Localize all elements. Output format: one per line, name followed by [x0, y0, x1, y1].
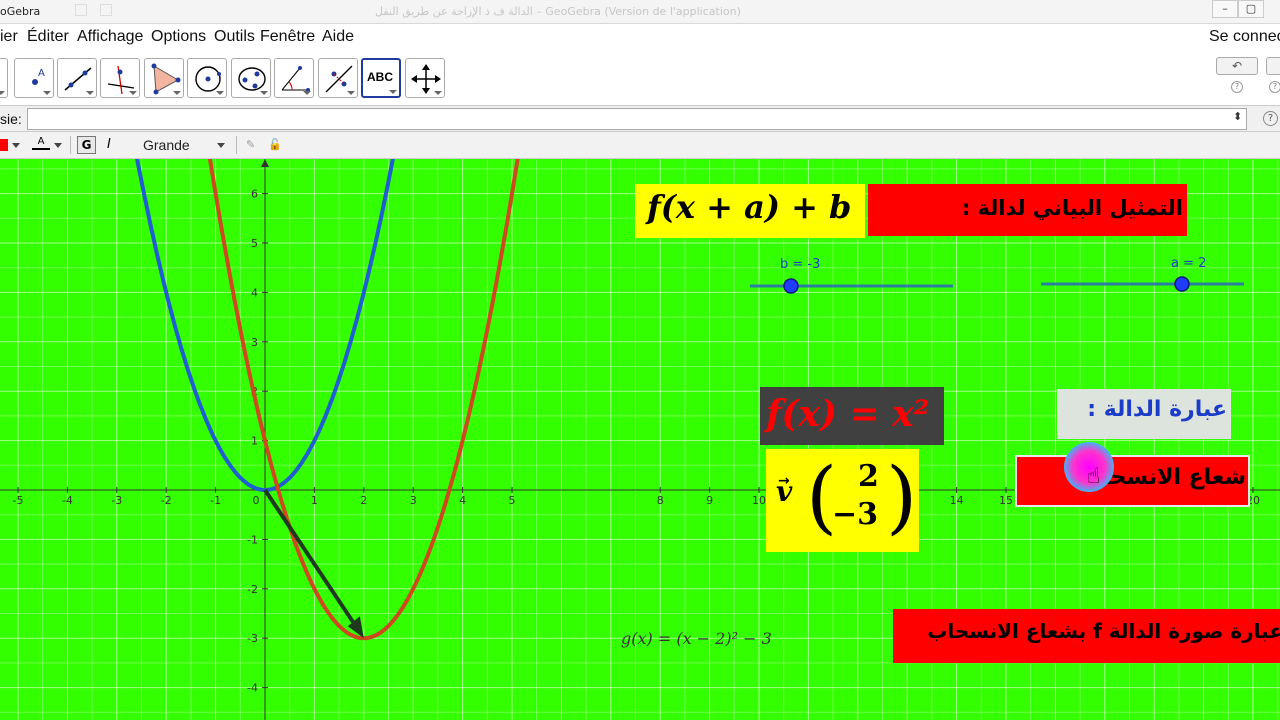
- bold-button[interactable]: G: [77, 136, 96, 154]
- tool-angle[interactable]: [274, 58, 314, 98]
- pin-icon[interactable]: ✎: [246, 138, 255, 151]
- toolbar: A ABC ↶ ? ?: [0, 51, 1280, 105]
- document-title: الدالة ف ذ الإزاحة عن طريق النقل – GeoGe…: [375, 5, 741, 18]
- svg-text:A: A: [38, 68, 45, 79]
- x-tick-label: 9: [706, 494, 713, 507]
- x-tick-label: 3: [410, 494, 417, 507]
- tool-polygon[interactable]: [144, 58, 184, 98]
- vector-line: [263, 488, 358, 628]
- function-formula-box[interactable]: f(x) = x²: [760, 387, 944, 445]
- y-tick-label: 6: [251, 188, 258, 201]
- vector-x: 2: [858, 459, 879, 494]
- tool-perpendicular[interactable]: [100, 58, 140, 98]
- image-function-label[interactable]: عبارة صورة الدالة f بشعاع الانسحاب: [893, 609, 1280, 663]
- x-tick-label: 8: [657, 494, 664, 507]
- right-paren: ): [886, 450, 918, 543]
- chevron-down-icon[interactable]: [54, 143, 62, 148]
- minimize-button[interactable]: –: [1212, 0, 1238, 18]
- menu-file[interactable]: ier: [0, 28, 18, 46]
- text-tool-label: ABC: [367, 70, 393, 84]
- y-tick-label: -4: [247, 682, 258, 695]
- x-tick-label: 2: [360, 494, 367, 507]
- y-tick-label: -3: [247, 632, 258, 645]
- y-tick-label: -2: [247, 583, 258, 596]
- x-tick-label: 0: [253, 494, 260, 507]
- x-tick-label: 15: [999, 494, 1013, 507]
- x-tick-label: -1: [210, 494, 221, 507]
- tool-conic[interactable]: [231, 58, 271, 98]
- tool-text[interactable]: ABC: [361, 58, 401, 98]
- input-bar: sie: ⬍ ?: [0, 105, 1280, 132]
- slider-b-handle[interactable]: [783, 278, 799, 294]
- x-tick-label: -4: [62, 494, 73, 507]
- graphics-view[interactable]: -5 -4 -3 -2 -1 0 1 2 3 4 5 8 9 10 14 15 20 6 5 4 3 2 1 -1 -2 -3 -4…: [0, 159, 1280, 720]
- redo-button[interactable]: [1266, 57, 1280, 75]
- menu-edit[interactable]: Éditer: [27, 28, 69, 46]
- x-tick-label: 10: [752, 494, 766, 507]
- y-tick-label: 4: [251, 286, 258, 299]
- chevron-down-icon[interactable]: [12, 143, 20, 148]
- vector-box[interactable]: → v ( 2 −3 ): [766, 449, 919, 552]
- input-field[interactable]: [27, 108, 1247, 130]
- input-help-icon[interactable]: ?: [1263, 111, 1278, 126]
- vector-symbol: v: [776, 475, 793, 508]
- graph-title-ar[interactable]: التمثيل البياني لدالة :: [868, 184, 1187, 236]
- translation-vector-label[interactable]: شعاع الانسحاب:: [1015, 455, 1250, 507]
- tool-move[interactable]: [0, 58, 8, 98]
- x-tick-label: -5: [13, 494, 24, 507]
- y-tick-label: 5: [251, 237, 258, 250]
- y-tick-label: -1: [247, 533, 258, 546]
- tool-line[interactable]: [57, 58, 97, 98]
- window-titlebar: oGebra الدالة ف ذ الإزاحة عن طريق النقل …: [0, 0, 1280, 24]
- shift-formula-box[interactable]: f(x + a) + b: [635, 184, 865, 238]
- lock-icon[interactable]: 🔓: [268, 138, 282, 151]
- line-color-button[interactable]: A: [32, 136, 50, 152]
- menu-bar: ier Éditer Affichage Options Outils Fenê…: [0, 24, 1280, 51]
- input-label: sie:: [0, 111, 22, 127]
- chevron-down-icon[interactable]: [217, 143, 225, 148]
- tool-reflect[interactable]: [318, 58, 358, 98]
- tool-circle[interactable]: [187, 58, 227, 98]
- menu-tools[interactable]: Outils: [214, 28, 255, 46]
- style-bar: A G I Grande ✎ 🔓: [0, 132, 1280, 159]
- help-icon-2[interactable]: ?: [1269, 81, 1280, 93]
- quick-access-icon-2[interactable]: [100, 4, 112, 16]
- x-tick-label: 5: [509, 494, 516, 507]
- menu-help[interactable]: Aide: [322, 28, 354, 46]
- sign-in-link[interactable]: Se connec: [1209, 28, 1280, 46]
- slider-b-label: b = -3: [780, 257, 821, 272]
- x-tick-label: 1: [311, 494, 318, 507]
- app-name: oGebra: [0, 5, 41, 18]
- function-expression-label[interactable]: عبارة الدالة :: [1057, 389, 1231, 439]
- menu-options[interactable]: Options: [151, 28, 206, 46]
- vector-y: −3: [832, 497, 879, 532]
- y-tick-label: 3: [251, 336, 258, 349]
- help-icon[interactable]: ?: [1231, 81, 1243, 93]
- x-tick-label: 14: [950, 494, 964, 507]
- x-tick-label: -2: [161, 494, 172, 507]
- italic-button[interactable]: I: [107, 137, 111, 152]
- text-color-swatch[interactable]: [0, 139, 8, 151]
- line-style-letter: A: [37, 136, 45, 147]
- tool-move-view[interactable]: [405, 58, 445, 98]
- maximize-button[interactable]: ▢: [1238, 0, 1264, 18]
- text-size-select[interactable]: Grande: [143, 137, 190, 153]
- sliders[interactable]: [750, 276, 1244, 294]
- slider-a-handle[interactable]: [1174, 276, 1190, 292]
- quick-access-icon[interactable]: [75, 4, 87, 16]
- x-tick-label: 4: [459, 494, 466, 507]
- tool-point[interactable]: A: [14, 58, 54, 98]
- undo-button[interactable]: ↶: [1216, 57, 1258, 75]
- slider-a-label: a = 2: [1171, 256, 1207, 271]
- g-formula[interactable]: g(x) = (x − 2)² − 3: [621, 629, 772, 648]
- menu-view[interactable]: Affichage: [77, 28, 143, 46]
- y-tick-label: 1: [251, 435, 258, 448]
- input-history-icon[interactable]: ⬍: [1233, 110, 1242, 123]
- menu-window[interactable]: Fenêtre: [260, 28, 315, 46]
- x-tick-label: -3: [111, 494, 122, 507]
- hand-cursor-icon: ☝: [1087, 464, 1101, 489]
